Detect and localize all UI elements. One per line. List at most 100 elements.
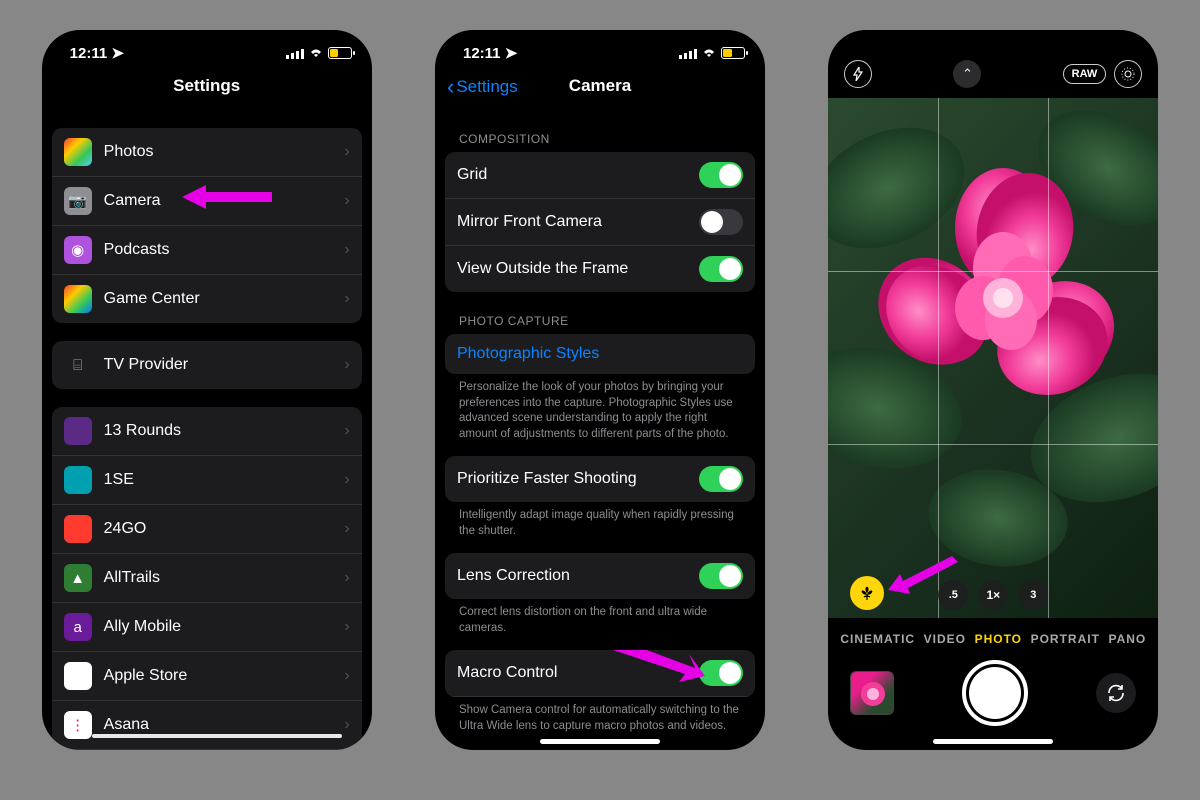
settings-group-media: Photos › 📷 Camera › ◉ Podcasts › Game Ce…: [52, 128, 362, 323]
row-label: Grid: [457, 166, 699, 184]
settings-screen: 12:11 ➤ Settings Photos › 📷 Camera › ◉ P…: [42, 30, 372, 750]
row-app[interactable]: 24GO›: [52, 505, 362, 554]
section-header: COMPOSITION: [445, 110, 755, 152]
row-app[interactable]: Apple Store›: [52, 652, 362, 701]
row-label: Game Center: [104, 290, 345, 308]
mode-photo[interactable]: PHOTO: [975, 632, 1022, 646]
row-label: AllTrails: [104, 569, 345, 587]
app-icon: [64, 417, 92, 445]
chevron-right-icon: ›: [344, 716, 349, 734]
mode-portrait[interactable]: PORTRAIT: [1031, 632, 1100, 646]
row-tv-provider[interactable]: ⌸ TV Provider ›: [52, 341, 362, 389]
chevron-right-icon: ›: [344, 471, 349, 489]
camera-viewfinder[interactable]: .5 1× 3: [828, 98, 1158, 618]
row-label: Photos: [104, 143, 345, 161]
signal-icon: [679, 48, 697, 59]
camera-settings-list[interactable]: COMPOSITION Grid Mirror Front Camera Vie…: [435, 110, 765, 750]
toggle-macro-control[interactable]: [699, 660, 743, 686]
last-photo-thumbnail[interactable]: [850, 671, 894, 715]
battery-icon: [328, 47, 352, 59]
section-header: PHOTO CAPTURE: [445, 292, 755, 334]
back-button[interactable]: ‹ Settings: [447, 74, 518, 100]
toggle-lens-correction[interactable]: [699, 563, 743, 589]
row-label: Asana: [104, 716, 345, 734]
scrollbar[interactable]: [92, 734, 342, 738]
camera-bottom-controls: [828, 654, 1158, 750]
row-app[interactable]: 1SE›: [52, 456, 362, 505]
chevron-left-icon: ‹: [447, 74, 454, 100]
settings-list[interactable]: Photos › 📷 Camera › ◉ Podcasts › Game Ce…: [42, 110, 372, 750]
expand-controls-button[interactable]: ⌃: [953, 60, 981, 88]
home-indicator[interactable]: [540, 739, 660, 744]
app-icon: ▲: [64, 564, 92, 592]
app-icon: [64, 515, 92, 543]
row-label: Ally Mobile: [104, 618, 345, 636]
toggle-mirror-front[interactable]: [699, 209, 743, 235]
flash-icon: [852, 67, 864, 81]
nav-title-text: Camera: [569, 76, 631, 95]
flip-camera-button[interactable]: [1096, 673, 1136, 713]
toggle-view-outside-frame[interactable]: [699, 256, 743, 282]
status-time: 12:11 ➤: [70, 44, 124, 62]
grid-line: [938, 98, 939, 618]
app-icon: [64, 466, 92, 494]
row-label: Camera: [104, 192, 345, 210]
row-label: 24GO: [104, 520, 345, 538]
row-app[interactable]: aAlly Mobile›: [52, 603, 362, 652]
battery-icon: [721, 47, 745, 59]
description-text: Personalize the look of your photos by b…: [445, 374, 755, 452]
row-label: Lens Correction: [457, 567, 699, 585]
row-label: TV Provider: [104, 356, 345, 374]
row-label: Mirror Front Camera: [457, 213, 699, 231]
shutter-button[interactable]: [962, 660, 1028, 726]
toggle-prioritize[interactable]: [699, 466, 743, 492]
row-label: Podcasts: [104, 241, 345, 259]
about-link[interactable]: About Camera & Privacy…: [445, 744, 755, 750]
chevron-right-icon: ›: [344, 618, 349, 636]
row-podcasts[interactable]: ◉ Podcasts ›: [52, 226, 362, 275]
zoom-controls: .5 1× 3: [828, 580, 1158, 610]
chevron-up-icon: ⌃: [962, 66, 973, 82]
live-photo-button[interactable]: [1114, 60, 1142, 88]
mode-pano[interactable]: PANO: [1108, 632, 1146, 646]
prioritize-group: Prioritize Faster Shooting: [445, 456, 755, 502]
flash-button[interactable]: [844, 60, 872, 88]
zoom-3x[interactable]: 3: [1018, 580, 1048, 610]
signal-icon: [286, 48, 304, 59]
row-camera[interactable]: 📷 Camera ›: [52, 177, 362, 226]
back-label: Settings: [456, 77, 517, 97]
mode-video[interactable]: VIDEO: [924, 632, 966, 646]
description-text: Intelligently adapt image quality when r…: [445, 502, 755, 549]
row-photos[interactable]: Photos ›: [52, 128, 362, 177]
row-label: Photographic Styles: [457, 345, 743, 363]
composition-group: Grid Mirror Front Camera View Outside th…: [445, 152, 755, 292]
row-photographic-styles[interactable]: Photographic Styles: [445, 334, 755, 374]
row-app[interactable]: ▲AllTrails›: [52, 554, 362, 603]
row-label: Apple Store: [104, 667, 345, 685]
row-app[interactable]: 13 Rounds›: [52, 407, 362, 456]
lens-group: Lens Correction: [445, 553, 755, 599]
grid-line: [828, 444, 1158, 445]
settings-group-tv: ⌸ TV Provider ›: [52, 341, 362, 389]
photographic-styles-group: Photographic Styles: [445, 334, 755, 374]
chevron-right-icon: ›: [344, 422, 349, 440]
notch: [132, 30, 282, 56]
notch: [989, 44, 997, 52]
camera-icon: 📷: [64, 187, 92, 215]
row-game-center[interactable]: Game Center ›: [52, 275, 362, 323]
home-indicator[interactable]: [933, 739, 1053, 744]
zoom-1x[interactable]: 1×: [978, 580, 1008, 610]
mode-cinematic[interactable]: CINEMATIC: [840, 632, 915, 646]
camera-settings-screen: 12:11 ➤ ‹ Settings Camera COMPOSITION Gr…: [435, 30, 765, 750]
toggle-grid[interactable]: [699, 162, 743, 188]
row-app[interactable]: ⋮Asana›: [52, 701, 362, 750]
row-label: View Outside the Frame: [457, 260, 699, 278]
raw-button[interactable]: RAW: [1063, 64, 1107, 84]
row-mirror-front: Mirror Front Camera: [445, 199, 755, 246]
row-label: Prioritize Faster Shooting: [457, 470, 699, 488]
photos-icon: [64, 138, 92, 166]
row-label: 1SE: [104, 471, 345, 489]
camera-modes[interactable]: CINEMATIC VIDEO PHOTO PORTRAIT PANO: [828, 618, 1158, 654]
zoom-0.5x[interactable]: .5: [938, 580, 968, 610]
nav-title: Settings: [42, 66, 372, 110]
